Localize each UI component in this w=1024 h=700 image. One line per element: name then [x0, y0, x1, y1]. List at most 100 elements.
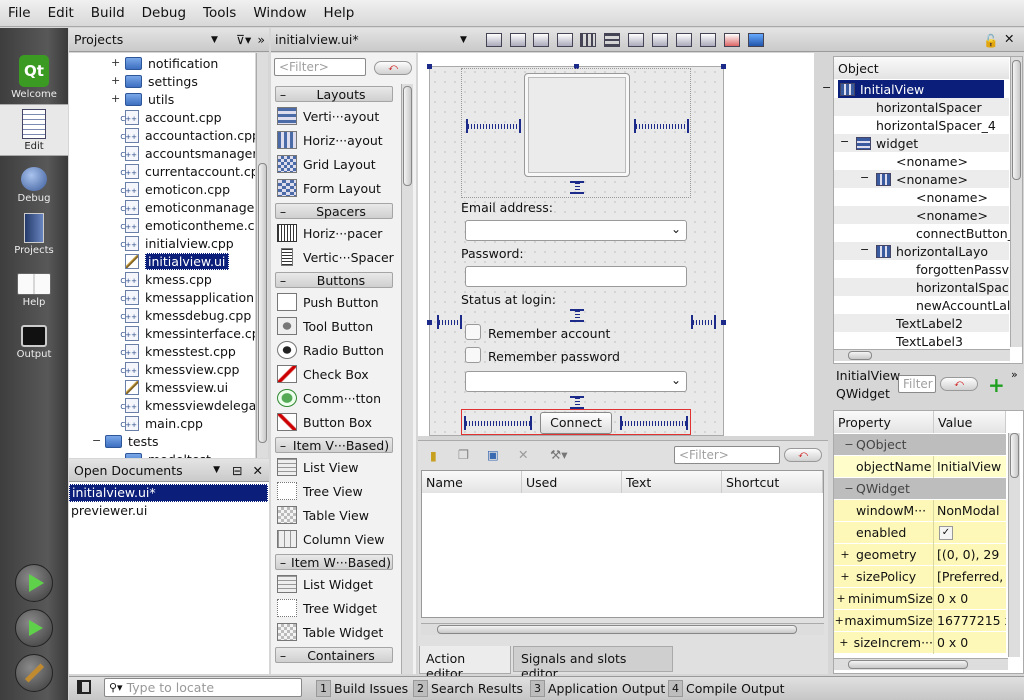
project-tree-item[interactable]: C++ kmessdebug.cpp: [120, 306, 251, 324]
widget-category-buttons[interactable]: – Buttons: [275, 272, 393, 288]
vertical-spacer[interactable]: [570, 396, 584, 409]
column-header-used[interactable]: Used: [522, 471, 622, 493]
project-tree-item[interactable]: settings: [125, 72, 198, 90]
collapse-icon[interactable]: −: [860, 243, 869, 256]
collapse-icon[interactable]: −: [840, 135, 849, 148]
project-tree-item[interactable]: C++ accountsmanager.: [120, 144, 255, 162]
collapse-icon[interactable]: −: [822, 81, 831, 94]
property-filter[interactable]: Filter: [898, 375, 936, 393]
project-tree-item[interactable]: C++ kmessview.cpp: [120, 360, 239, 378]
add-dynamic-property-icon[interactable]: +: [988, 373, 1005, 397]
output-pane-search-results[interactable]: 2 Search Results: [413, 679, 523, 698]
widget-box-item[interactable]: Verti···ayout: [274, 104, 396, 128]
property-row[interactable]: + sizeIncrem··· 0 x 0: [834, 631, 1006, 654]
widget-box-scrollbar[interactable]: [401, 84, 413, 674]
object-inspector-hscroll[interactable]: [834, 349, 1010, 361]
expand-icon[interactable]: +: [834, 548, 856, 561]
project-tree-item[interactable]: C++ initialview.cpp: [120, 234, 234, 252]
widget-box-item[interactable]: Column View: [274, 527, 396, 551]
projects-scrollbar[interactable]: [256, 53, 268, 458]
widget-box-item[interactable]: Table Widget: [274, 620, 396, 644]
clear-filter-button[interactable]: ⤺: [940, 377, 978, 391]
split-icon[interactable]: »: [257, 32, 265, 47]
widget-box-item[interactable]: Horiz···pacer: [274, 221, 396, 245]
vertical-spacer[interactable]: [570, 181, 584, 194]
property-value[interactable]: [Preferred,: [934, 569, 1006, 584]
enabled-checkbox[interactable]: ✓: [939, 525, 953, 540]
clear-filter-button[interactable]: ⤺: [374, 61, 412, 75]
property-value[interactable]: InitialView: [934, 459, 1006, 474]
dropdown-arrow-icon[interactable]: ▼: [213, 465, 220, 475]
password-field[interactable]: [465, 266, 687, 287]
project-tree-item[interactable]: C++ emoticon.cpp: [120, 180, 230, 198]
object-tree-item[interactable]: horizontalSpacer: [876, 98, 982, 116]
close-icon[interactable]: ✕: [1004, 31, 1014, 46]
property-value[interactable]: NonModal: [934, 503, 1006, 518]
signal-slot-mode-icon[interactable]: [510, 33, 526, 47]
open-document-item[interactable]: previewer.ui: [71, 502, 147, 520]
column-header-text[interactable]: Text: [622, 471, 722, 493]
project-tree-item[interactable]: C++ kmess.cpp: [120, 270, 212, 288]
expand-icon[interactable]: +: [111, 56, 120, 69]
widget-box-item[interactable]: Tool Button: [274, 314, 396, 338]
selection-handle[interactable]: [721, 64, 726, 69]
object-tree-item[interactable]: horizontalSpac: [916, 278, 1009, 296]
value-column-header[interactable]: Value: [934, 411, 1006, 433]
split-view-icon[interactable]: ⊟: [232, 463, 242, 478]
horizontal-spacer[interactable]: [634, 119, 689, 133]
debug-run-button[interactable]: [15, 609, 53, 647]
object-inspector-vscroll[interactable]: [1010, 57, 1022, 347]
new-action-icon[interactable]: ▮: [430, 448, 437, 463]
property-category[interactable]: − QObject: [834, 434, 1006, 456]
menu-build[interactable]: Build: [83, 5, 134, 21]
project-tree-item[interactable]: kmessview.ui: [125, 378, 228, 396]
horizontal-spacer[interactable]: [691, 315, 716, 329]
widget-category-layouts[interactable]: – Layouts: [275, 86, 393, 102]
project-tree-item[interactable]: C++ emoticontheme.cp: [120, 216, 255, 234]
menu-window[interactable]: Window: [245, 5, 315, 21]
menu-edit[interactable]: Edit: [40, 5, 83, 21]
selection-handle[interactable]: [427, 320, 432, 325]
layout-horizontal-icon[interactable]: [580, 33, 596, 47]
layout-splitter-v-icon[interactable]: [652, 33, 668, 47]
widget-box-item[interactable]: Check Box: [274, 362, 396, 386]
property-category[interactable]: − QWidget: [834, 478, 1006, 500]
locator-input[interactable]: ⚲▾ Type to locate: [104, 678, 302, 697]
widget-box-filter[interactable]: <Filter>: [274, 58, 366, 76]
object-tree-item[interactable]: <noname>: [876, 170, 968, 188]
horizontal-spacer[interactable]: [464, 416, 532, 430]
action-table-hscroll[interactable]: [421, 623, 824, 635]
paste-action-icon[interactable]: ▣: [487, 447, 499, 462]
copy-action-icon[interactable]: ❐: [458, 447, 469, 462]
remember-account-checkbox[interactable]: [465, 324, 481, 340]
widget-category-item-widgets[interactable]: – Item W···Based): [275, 554, 393, 570]
open-document-item[interactable]: initialview.ui*: [69, 484, 268, 502]
property-row[interactable]: + maximumSize 16777215 x: [834, 609, 1006, 632]
horizontal-spacer[interactable]: [620, 416, 688, 430]
collapse-icon[interactable]: −: [842, 482, 856, 495]
property-row[interactable]: objectName InitialView: [834, 455, 1006, 478]
project-tree-item[interactable]: C++ kmesstest.cpp: [120, 342, 236, 360]
mode-welcome[interactable]: Qt Welcome: [0, 52, 68, 103]
project-tree-item[interactable]: initialview.ui: [125, 252, 230, 270]
object-tree-item[interactable]: newAccountLal: [916, 296, 1010, 314]
widget-box-item[interactable]: Form Layout: [274, 176, 396, 200]
project-tree-item[interactable]: C++ kmessapplication.c: [120, 288, 255, 306]
layout-grid-icon[interactable]: [700, 33, 716, 47]
horizontal-spacer[interactable]: [437, 315, 462, 329]
object-tree-item[interactable]: connectButton_: [916, 224, 1014, 242]
horizontal-spacer[interactable]: [466, 119, 521, 133]
project-tree-item[interactable]: modeltest: [125, 450, 211, 458]
project-tree-item[interactable]: C++ main.cpp: [120, 414, 203, 432]
widget-box-item[interactable]: Grid Layout: [274, 152, 396, 176]
widget-box-item[interactable]: Vertic···Spacer: [274, 245, 396, 269]
widget-box-item[interactable]: Push Button: [274, 290, 396, 314]
mode-debug[interactable]: Debug: [0, 156, 68, 207]
property-value[interactable]: 0 x 0: [934, 635, 1006, 650]
menu-help[interactable]: Help: [316, 5, 364, 21]
widget-box-item[interactable]: List View: [274, 455, 396, 479]
selection-handle[interactable]: [427, 64, 432, 69]
mode-help[interactable]: Help: [0, 260, 68, 311]
project-tree-item[interactable]: notification: [125, 54, 218, 72]
expand-icon[interactable]: +: [111, 74, 120, 87]
